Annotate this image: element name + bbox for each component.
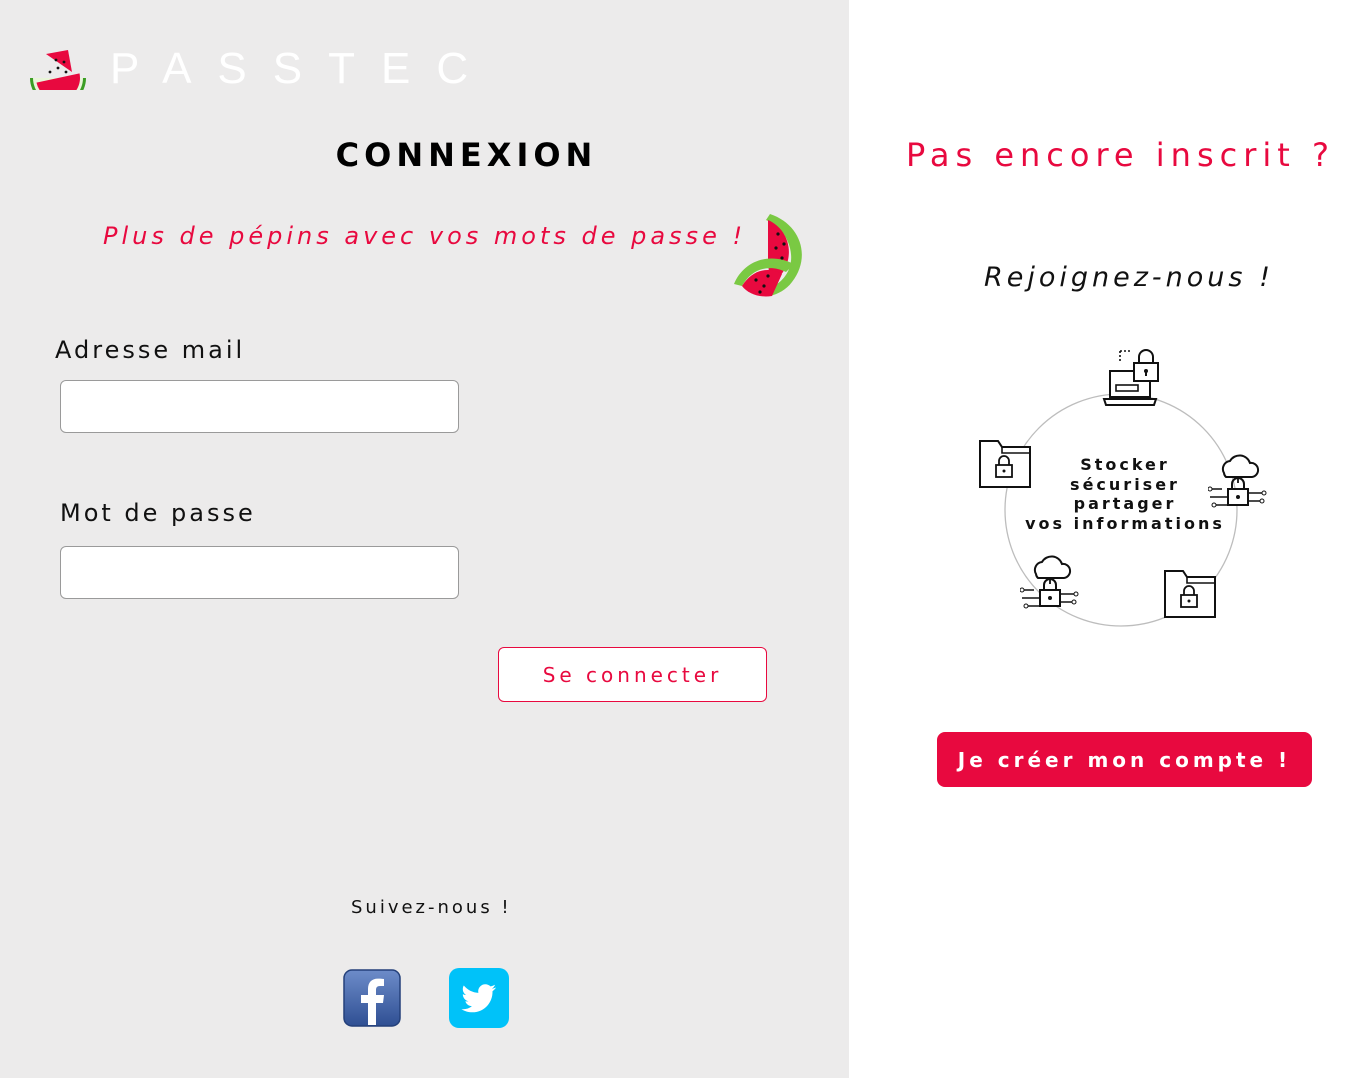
- watermelon-slice-icon: [734, 214, 802, 297]
- brand-name: PASSTEC: [110, 44, 495, 93]
- email-field[interactable]: [60, 380, 459, 433]
- password-label: Mot de passe: [60, 499, 256, 527]
- laptop-lock-icon: [1102, 349, 1159, 406]
- folder-lock-icon: [1164, 570, 1216, 618]
- password-field[interactable]: [60, 546, 459, 599]
- signup-title: Pas encore inscrit ?: [906, 136, 1335, 174]
- follow-label: Suivez-nous !: [351, 897, 512, 918]
- watermelon-logo-icon: [30, 50, 86, 90]
- features-text: Stocker sécuriser partager vos informati…: [970, 455, 1280, 533]
- login-button[interactable]: Se connecter: [498, 647, 767, 702]
- tagline: Plus de pépins avec vos mots de passe !: [103, 222, 747, 250]
- feature-share: partager: [1073, 494, 1177, 513]
- email-label: Adresse mail: [55, 336, 246, 364]
- features-diagram: Stocker sécuriser partager vos informati…: [979, 345, 1270, 635]
- login-panel: PASSTEC CONNEXION Plus de pépins avec vo…: [0, 0, 849, 1078]
- signup-subtitle: Rejoignez-nous !: [984, 262, 1274, 293]
- cloud-lock-icon: [1020, 555, 1079, 609]
- feature-info: vos informations: [1025, 513, 1225, 533]
- facebook-icon[interactable]: [343, 969, 401, 1027]
- twitter-icon[interactable]: [449, 968, 509, 1028]
- create-account-button[interactable]: Je créer mon compte !: [937, 732, 1312, 787]
- login-title: CONNEXION: [335, 136, 598, 174]
- feature-secure: sécuriser: [1070, 474, 1180, 494]
- signup-panel: Pas encore inscrit ? Rejoignez-nous ! St…: [849, 0, 1366, 1078]
- feature-store: Stocker: [1080, 455, 1170, 474]
